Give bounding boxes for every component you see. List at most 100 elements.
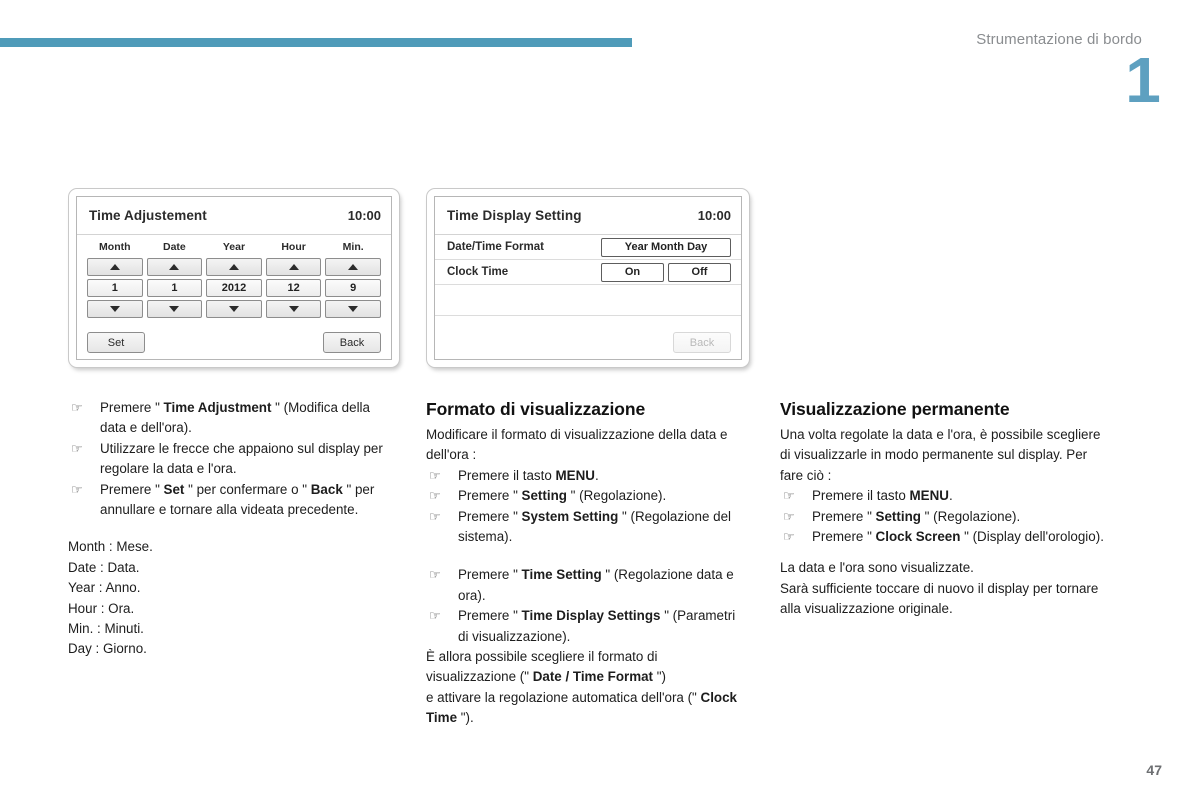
list-item-text: Premere " Setting " (Regolazione). bbox=[458, 488, 667, 504]
minute-decrement-button[interactable] bbox=[325, 300, 381, 318]
year-increment-button[interactable] bbox=[206, 258, 262, 276]
page-section-title: Strumentazione di bordo bbox=[976, 31, 1142, 48]
list-item-text: Premere " Set " per confermare o " Back … bbox=[100, 481, 375, 518]
arrow-up-icon bbox=[288, 264, 299, 270]
screen-title: Time Adjustement bbox=[89, 208, 207, 223]
right-steps-list: ☞ Premere il tasto MENU. ☞ Premere " Set… bbox=[780, 486, 1110, 547]
section-heading-display-format: Formato di visualizzazione bbox=[426, 399, 646, 419]
emphasis: Setting bbox=[875, 508, 921, 524]
list-item: ☞ Premere " Clock Screen " (Display dell… bbox=[780, 527, 1110, 547]
hand-pointer-icon: ☞ bbox=[429, 567, 441, 583]
emphasis: Clock Screen bbox=[875, 529, 961, 545]
emphasis: MENU bbox=[555, 467, 595, 483]
set-button[interactable]: Set bbox=[87, 332, 145, 353]
screen-title: Time Display Setting bbox=[447, 208, 582, 223]
screen-bezel-inner: Time Adjustement 10:00 Month 1 Date 1 Ye… bbox=[76, 196, 392, 360]
middle-text-column: Formato di visualizzazione Modificare il… bbox=[426, 398, 744, 729]
section-heading-permanent-display: Visualizzazione permanente bbox=[780, 399, 1010, 419]
back-button[interactable]: Back bbox=[673, 332, 731, 353]
outro-paragraph: È allora possibile scegliere il formato … bbox=[426, 649, 737, 726]
minute-increment-button[interactable] bbox=[325, 258, 381, 276]
emphasis: System Setting bbox=[521, 508, 619, 524]
emphasis: MENU bbox=[909, 488, 949, 504]
hour-increment-button[interactable] bbox=[265, 258, 322, 276]
middle-steps-list: ☞ Premere il tasto MENU. ☞ Premere " Set… bbox=[426, 466, 744, 647]
option-year-month-day[interactable]: Year Month Day bbox=[601, 237, 731, 257]
list-item-text: Premere il tasto MENU. bbox=[812, 488, 953, 504]
time-display-setting-body: Date/Time Format Year Month Day Clock Ti… bbox=[435, 235, 741, 359]
list-item-text: Premere " Clock Screen " (Display dell'o… bbox=[812, 529, 1104, 545]
month-value[interactable]: 1 bbox=[87, 279, 143, 297]
list-item: ☞ Premere " Time Display Settings " (Par… bbox=[426, 606, 744, 647]
emphasis: Time Setting bbox=[521, 567, 602, 583]
hand-pointer-icon: ☞ bbox=[429, 488, 441, 504]
arrow-down-icon bbox=[288, 306, 299, 312]
hand-pointer-icon: ☞ bbox=[429, 508, 441, 524]
stepper-column-minute: Min. 9 bbox=[325, 241, 381, 318]
list-item: ☞ Premere " Setting " (Regolazione). bbox=[780, 507, 1110, 527]
list-item-text: Premere " Time Adjustment " (Modifica de… bbox=[100, 400, 370, 436]
option-clock-time-on[interactable]: On bbox=[601, 262, 664, 282]
hour-decrement-button[interactable] bbox=[265, 300, 322, 318]
stepper-label-year: Year bbox=[222, 241, 246, 253]
stepper-column-date: Date 1 bbox=[146, 241, 203, 318]
list-item: ☞ Premere il tasto MENU. bbox=[780, 486, 1110, 506]
setting-label-date-time-format: Date/Time Format bbox=[447, 241, 544, 253]
screen-clock: 10:00 bbox=[347, 208, 381, 223]
minute-value[interactable]: 9 bbox=[325, 279, 381, 297]
list-item: ☞ Premere " System Setting " (Regolazion… bbox=[426, 507, 744, 548]
emphasis: Back bbox=[310, 481, 343, 497]
list-item-text: Premere " Time Display Settings " (Param… bbox=[458, 608, 736, 644]
right-text-column: Visualizzazione permanente Una volta reg… bbox=[780, 398, 1110, 620]
screen-time-display-setting: Time Display Setting 10:00 Date/Time For… bbox=[426, 188, 750, 368]
intro-paragraph: Una volta regolate la data e l'ora, è po… bbox=[780, 427, 1101, 483]
arrow-up-icon bbox=[348, 264, 359, 270]
time-display-setting-footer: Back bbox=[435, 316, 741, 359]
screen-clock: 10:00 bbox=[697, 208, 731, 223]
year-value[interactable]: 2012 bbox=[206, 279, 262, 297]
chapter-number: 1 bbox=[1125, 44, 1161, 116]
back-button[interactable]: Back bbox=[323, 332, 381, 353]
month-increment-button[interactable] bbox=[87, 258, 143, 276]
month-decrement-button[interactable] bbox=[87, 300, 143, 318]
arrow-down-icon bbox=[228, 306, 239, 312]
list-item: ☞ Premere " Time Setting " (Regolazione … bbox=[426, 565, 744, 606]
list-item: ☞ Premere " Set " per confermare o " Bac… bbox=[68, 480, 390, 521]
date-increment-button[interactable] bbox=[146, 258, 203, 276]
list-item: Date : Data. bbox=[68, 559, 140, 575]
emphasis: Set bbox=[163, 481, 185, 497]
screen-time-adjustment: Time Adjustement 10:00 Month 1 Date 1 Ye… bbox=[68, 188, 400, 368]
header-accent-rule bbox=[0, 38, 632, 47]
hour-value[interactable]: 12 bbox=[265, 279, 322, 297]
date-decrement-button[interactable] bbox=[146, 300, 203, 318]
hand-pointer-icon: ☞ bbox=[429, 467, 441, 483]
stepper-column-year: Year 2012 bbox=[206, 241, 262, 318]
time-adjustment-body: Month 1 Date 1 Year 2012 Hour 12 Min. 9 … bbox=[77, 235, 391, 359]
arrow-up-icon bbox=[109, 264, 120, 270]
arrow-up-icon bbox=[228, 264, 239, 270]
date-value[interactable]: 1 bbox=[146, 279, 203, 297]
list-item: Year : Anno. bbox=[68, 580, 141, 596]
arrow-up-icon bbox=[169, 264, 180, 270]
stepper-column-month: Month 1 bbox=[87, 241, 143, 318]
setting-row-date-time-format: Date/Time Format Year Month Day bbox=[435, 235, 741, 260]
year-decrement-button[interactable] bbox=[206, 300, 262, 318]
outro-paragraph: La data e l'ora sono visualizzate. Sarà s… bbox=[780, 560, 1099, 617]
list-item: ☞ Utilizzare le frecce che appaiono sul … bbox=[68, 439, 390, 480]
hand-pointer-icon: ☞ bbox=[71, 440, 83, 456]
hand-pointer-icon: ☞ bbox=[71, 400, 83, 415]
glossary-list: Month : Mese. Date : Data. Year : Anno. … bbox=[68, 537, 390, 659]
intro-paragraph: Modificare il formato di visualizzazione… bbox=[426, 427, 728, 463]
emphasis: Date / Time Format bbox=[532, 669, 654, 685]
stepper-label-minute: Min. bbox=[342, 241, 364, 253]
arrow-down-icon bbox=[169, 306, 180, 312]
option-clock-time-off[interactable]: Off bbox=[668, 262, 731, 282]
list-item-text: Premere " System Setting " (Regolazione … bbox=[458, 508, 731, 545]
setting-row-empty bbox=[435, 285, 741, 316]
list-item: Day : Giorno. bbox=[68, 641, 147, 657]
hand-pointer-icon: ☞ bbox=[783, 488, 795, 504]
arrow-down-icon bbox=[348, 306, 359, 312]
list-item-text: Utilizzare le frecce che appaiono sul di… bbox=[100, 440, 383, 477]
screen-titlebar: Time Adjustement 10:00 bbox=[77, 197, 391, 235]
emphasis: Time Display Settings bbox=[521, 608, 661, 624]
